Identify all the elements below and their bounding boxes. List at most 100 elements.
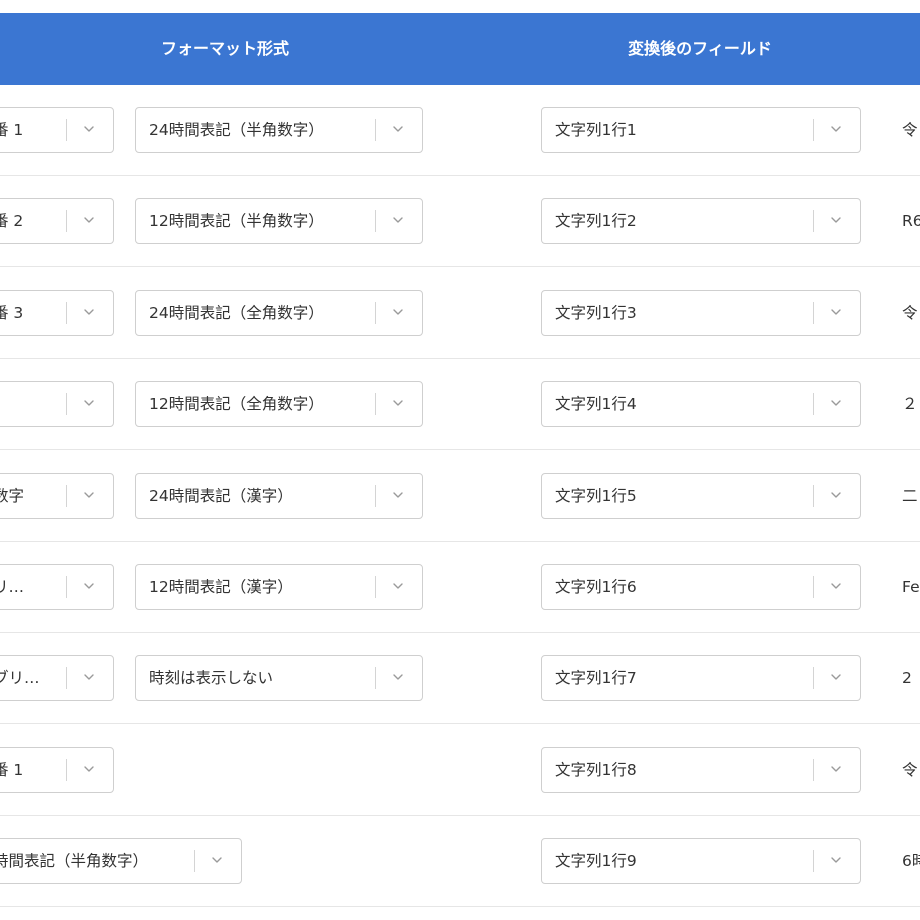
chevron-down-icon[interactable] xyxy=(830,763,842,775)
select-divider xyxy=(375,667,376,690)
select-divider xyxy=(375,210,376,233)
select-value: 文字列1行2 xyxy=(555,212,637,231)
time-format-select[interactable]: 24時間表記（漢字） xyxy=(135,472,423,519)
preview-text: 二 xyxy=(902,486,918,505)
converted-field-select[interactable]: 文字列1行4 xyxy=(541,381,861,428)
chevron-down-icon[interactable] xyxy=(392,580,404,592)
date-format-select[interactable]: 番 1 xyxy=(0,746,114,793)
select-divider xyxy=(375,484,376,507)
preview-text: ２ xyxy=(902,395,918,414)
chevron-down-icon[interactable] xyxy=(83,214,95,226)
date-format-select[interactable]: 番 1 xyxy=(0,107,114,153)
table-row: 番 2 12時間表記（半角数字） 文字列1行2 R6 xyxy=(0,176,920,268)
time-format-select[interactable]: 12時間表記（半角数字） xyxy=(135,198,423,245)
table-row: リ… 12時間表記（漢字） 文字列1行6 Fe xyxy=(0,542,920,633)
converted-field-select[interactable]: 文字列1行3 xyxy=(541,289,861,336)
preview-text: R6 xyxy=(902,212,920,231)
select-value: 文字列1行5 xyxy=(555,486,637,505)
select-value: 番 3 xyxy=(0,303,24,322)
select-value: 文字列1行4 xyxy=(555,395,637,414)
chevron-down-icon[interactable] xyxy=(830,397,842,409)
select-value: 文字列1行9 xyxy=(555,852,637,871)
chevron-down-icon[interactable] xyxy=(392,123,404,135)
converted-field-select[interactable]: 文字列1行2 xyxy=(541,198,861,245)
select-divider xyxy=(66,758,67,781)
converted-field-select[interactable]: 文字列1行7 xyxy=(541,655,861,702)
time-format-select[interactable]: 24時間表記（半角数字） xyxy=(135,107,423,153)
table-row: 番 3 24時間表記（全角数字） 文字列1行3 令 xyxy=(0,268,920,359)
top-strip xyxy=(0,0,920,13)
select-value: 番 2 xyxy=(0,212,24,231)
date-format-select[interactable]: リ… xyxy=(0,564,114,610)
preview-text: 令 xyxy=(902,121,918,139)
converted-field-select[interactable]: 文字列1行6 xyxy=(541,564,861,610)
chevron-down-icon[interactable] xyxy=(392,671,404,683)
select-divider xyxy=(813,758,814,781)
chevron-down-icon[interactable] xyxy=(83,489,95,501)
select-value: 24時間表記（半角数字） xyxy=(149,121,324,139)
chevron-down-icon[interactable] xyxy=(83,580,95,592)
select-divider xyxy=(66,484,67,507)
format-select[interactable]: 時間表記（半角数字） xyxy=(0,838,242,885)
header-converted-field: 変換後のフィールド xyxy=(628,39,772,58)
converted-field-select[interactable]: 文字列1行5 xyxy=(541,472,861,519)
chevron-down-icon[interactable] xyxy=(830,214,842,226)
chevron-down-icon[interactable] xyxy=(83,671,95,683)
chevron-down-icon[interactable] xyxy=(392,214,404,226)
select-divider xyxy=(813,850,814,873)
date-format-select[interactable]: 数字 xyxy=(0,472,114,519)
select-value: リ… xyxy=(0,578,25,596)
select-value: 24時間表記（全角数字） xyxy=(149,303,324,322)
date-format-select[interactable]: 番 2 xyxy=(0,198,114,245)
select-value: 24時間表記（漢字） xyxy=(149,486,293,505)
select-value: 番 1 xyxy=(0,121,24,139)
table-row: 12時間表記（全角数字） 文字列1行4 ２ xyxy=(0,359,920,451)
chevron-down-icon[interactable] xyxy=(83,123,95,135)
chevron-down-icon[interactable] xyxy=(830,854,842,866)
date-format-select[interactable]: 番 3 xyxy=(0,289,114,336)
chevron-down-icon[interactable] xyxy=(83,306,95,318)
chevron-down-icon[interactable] xyxy=(392,397,404,409)
table-row: 数字 24時間表記（漢字） 文字列1行5 二 xyxy=(0,451,920,542)
chevron-down-icon[interactable] xyxy=(830,489,842,501)
preview-text: 6時 xyxy=(902,852,920,871)
time-format-select[interactable]: 12時間表記（全角数字） xyxy=(135,381,423,428)
preview-text: 令 xyxy=(902,303,918,322)
select-divider xyxy=(66,210,67,233)
chevron-down-icon[interactable] xyxy=(211,854,223,866)
chevron-down-icon[interactable] xyxy=(83,763,95,775)
select-value: 時刻は表示しない xyxy=(149,669,274,688)
chevron-down-icon[interactable] xyxy=(392,306,404,318)
select-value: 番 1 xyxy=(0,760,24,779)
chevron-down-icon[interactable] xyxy=(830,306,842,318)
time-format-select[interactable]: 12時間表記（漢字） xyxy=(135,564,423,610)
select-value: 時間表記（半角数字） xyxy=(0,852,149,871)
header-format: フォーマット形式 xyxy=(160,39,289,58)
time-format-select[interactable]: 24時間表記（全角数字） xyxy=(135,289,423,336)
select-divider xyxy=(66,301,67,324)
select-divider xyxy=(813,301,814,324)
chevron-down-icon[interactable] xyxy=(392,489,404,501)
chevron-down-icon[interactable] xyxy=(830,671,842,683)
select-value: 文字列1行3 xyxy=(555,303,637,322)
chevron-down-icon[interactable] xyxy=(830,123,842,135)
time-format-select[interactable]: 時刻は表示しない xyxy=(135,655,423,702)
table-header: フォーマット形式 変換後のフィールド xyxy=(0,13,920,85)
preview-text: 令 xyxy=(902,760,918,779)
converted-field-select[interactable]: 文字列1行8 xyxy=(541,746,861,793)
preview-text: Fe xyxy=(902,578,920,596)
select-value: 数字 xyxy=(0,486,25,505)
select-divider xyxy=(813,667,814,690)
select-divider xyxy=(66,393,67,416)
chevron-down-icon[interactable] xyxy=(830,580,842,592)
converted-field-select[interactable]: 文字列1行9 xyxy=(541,838,861,885)
date-format-select[interactable] xyxy=(0,381,114,428)
chevron-down-icon[interactable] xyxy=(83,397,95,409)
converted-field-select[interactable]: 文字列1行1 xyxy=(541,107,861,153)
table-row: 番 1 文字列1行8 令 xyxy=(0,725,920,816)
select-divider xyxy=(66,667,67,690)
date-format-select[interactable]: ブリ… xyxy=(0,655,114,702)
select-divider xyxy=(66,119,67,141)
table-row: 番 1 24時間表記（半角数字） 文字列1行1 令 xyxy=(0,85,920,176)
select-value: ブリ… xyxy=(0,669,40,688)
